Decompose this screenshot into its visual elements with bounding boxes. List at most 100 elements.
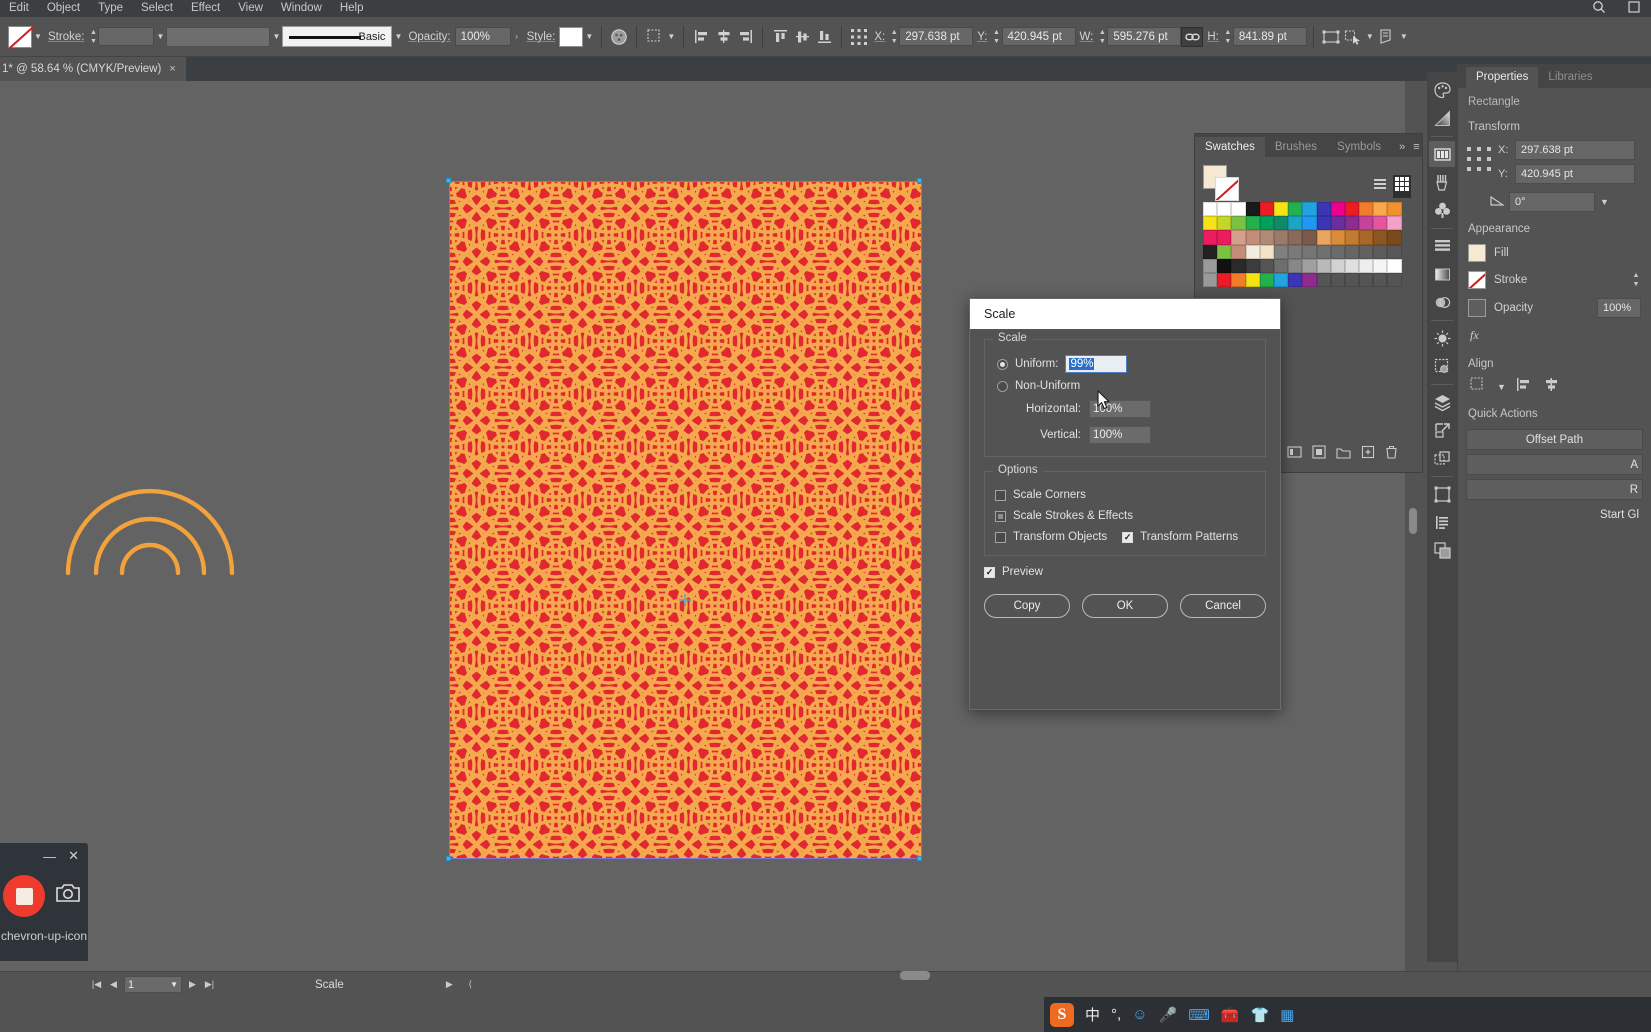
menu-item-view[interactable]: View <box>229 0 272 17</box>
color-swatch[interactable] <box>1302 216 1317 231</box>
color-swatch[interactable] <box>1288 216 1303 231</box>
selection-handle-top-left[interactable] <box>446 178 451 183</box>
color-swatch[interactable] <box>1231 244 1246 259</box>
w-stepper[interactable]: ▲ ▼ <box>1097 27 1107 47</box>
screenshot-camera-button[interactable] <box>55 883 81 909</box>
offset-path-button[interactable]: Offset Path <box>1466 429 1643 450</box>
swatch-grid-view-icon[interactable] <box>1393 175 1411 198</box>
w-input[interactable]: 595.276 pt <box>1107 27 1182 46</box>
color-swatch[interactable] <box>1344 272 1360 288</box>
color-swatch[interactable] <box>1344 216 1360 231</box>
align-middle-vertical-icon[interactable] <box>791 26 813 48</box>
ok-button[interactable]: OK <box>1082 594 1168 618</box>
color-swatch[interactable] <box>1259 258 1274 273</box>
style-chevron-down-icon[interactable]: ▼ <box>583 27 595 47</box>
scale-origin-point[interactable] <box>679 593 691 606</box>
next-artboard-icon[interactable]: ▶ <box>186 979 199 990</box>
color-swatch[interactable] <box>1203 272 1218 288</box>
y-stepper[interactable]: ▲ ▼ <box>992 27 1002 47</box>
transform-panel-icon[interactable] <box>848 26 870 48</box>
color-swatch[interactable] <box>1259 272 1274 288</box>
color-swatch[interactable] <box>1288 272 1303 288</box>
selection-handle-bottom-left[interactable] <box>446 856 451 861</box>
color-swatch[interactable] <box>1203 202 1218 217</box>
symbols-panel-icon[interactable] <box>1429 197 1455 223</box>
preview-checkbox[interactable] <box>984 566 995 578</box>
align-to-selection-icon[interactable] <box>643 26 665 48</box>
non-uniform-radio[interactable] <box>997 380 1008 392</box>
color-swatch[interactable] <box>1387 216 1402 231</box>
punctuation-icon[interactable]: °, <box>1111 1006 1121 1023</box>
color-swatch[interactable] <box>1373 244 1388 259</box>
color-swatch[interactable] <box>1387 244 1402 259</box>
transform-y-input[interactable]: 420.945 pt <box>1515 164 1635 184</box>
color-swatch[interactable] <box>1387 258 1402 273</box>
quick-action-button-2[interactable]: A <box>1466 454 1643 475</box>
transform-panel-rail-icon[interactable] <box>1429 481 1455 507</box>
stroke-profile-chevron-down-icon[interactable]: ▼ <box>270 27 282 47</box>
search-icon[interactable] <box>1581 0 1617 17</box>
align-right-icon[interactable] <box>734 26 756 48</box>
fx-button[interactable]: fx <box>1458 322 1651 349</box>
artboard-chevron-down-icon[interactable]: ▼ <box>170 980 178 989</box>
artboard-selector[interactable]: 1 ▼ <box>124 976 182 993</box>
color-swatch[interactable] <box>1217 216 1232 231</box>
color-swatch[interactable] <box>1373 216 1388 231</box>
appearance-fill-row[interactable]: Fill <box>1458 240 1651 266</box>
align-center-properties-icon[interactable] <box>1543 377 1560 397</box>
skin-icon[interactable]: 👕 <box>1251 1006 1270 1024</box>
microphone-icon[interactable]: 🎤 <box>1159 1006 1178 1024</box>
tab-libraries[interactable]: Libraries <box>1538 67 1602 88</box>
stroke-weight-chevron-down-icon[interactable]: ▼ <box>154 27 166 47</box>
color-swatch[interactable] <box>1245 216 1260 231</box>
stroke-profile-dropdown[interactable] <box>166 26 271 47</box>
color-swatch[interactable] <box>1273 230 1289 245</box>
color-swatch[interactable] <box>1344 202 1360 217</box>
transform-angle-input[interactable]: 0° <box>1509 192 1595 212</box>
color-swatch[interactable] <box>1330 216 1345 231</box>
start-global-edit-button[interactable]: Start Gl <box>1466 504 1643 525</box>
color-swatch[interactable] <box>1273 216 1289 231</box>
color-swatch[interactable] <box>1387 272 1402 288</box>
color-swatch[interactable] <box>1273 258 1289 273</box>
stop-record-button[interactable] <box>3 875 45 917</box>
sogou-logo-icon[interactable]: S <box>1050 1002 1074 1027</box>
ime-mode-label[interactable]: 中 <box>1085 1004 1100 1025</box>
color-swatch[interactable] <box>1203 244 1218 259</box>
canvas-vertical-scrollbar[interactable] <box>1409 508 1417 534</box>
swatch-row-6[interactable] <box>1203 272 1403 288</box>
color-swatch[interactable] <box>1373 230 1388 245</box>
status-expand-icon[interactable]: ▶ <box>443 979 456 990</box>
align-left-properties-icon[interactable] <box>1516 377 1533 397</box>
artboards-panel-icon[interactable] <box>1429 417 1455 443</box>
quick-action-button-3[interactable]: R <box>1466 479 1643 500</box>
new-swatch-icon[interactable] <box>1361 445 1375 464</box>
color-swatch[interactable] <box>1231 216 1246 231</box>
libraries-panel-icon[interactable] <box>1429 141 1455 167</box>
menu-item-edit[interactable]: Edit <box>0 0 38 17</box>
color-swatch[interactable] <box>1245 230 1260 245</box>
isolate-chevron-down-icon[interactable]: ▼ <box>1398 27 1410 47</box>
color-swatch[interactable] <box>1344 258 1360 273</box>
color-swatch[interactable] <box>1259 244 1274 259</box>
x-input[interactable]: 297.638 pt <box>899 27 974 46</box>
color-swatch[interactable] <box>1330 244 1345 259</box>
align-to-chevron-down-icon[interactable]: ▼ <box>1497 382 1506 392</box>
transform-each-icon[interactable] <box>1320 26 1342 48</box>
scale-strokes-checkbox[interactable] <box>995 510 1006 522</box>
color-swatch[interactable] <box>1330 202 1345 217</box>
layers-panel-icon[interactable] <box>1429 389 1455 415</box>
cancel-button[interactable]: Cancel <box>1180 594 1266 618</box>
h-input[interactable]: 841.89 pt <box>1232 27 1307 46</box>
tab-swatches[interactable]: Swatches <box>1195 137 1265 157</box>
h-stepper[interactable]: ▲ ▼ <box>1223 27 1233 47</box>
pathfinder-panel-icon[interactable] <box>1429 289 1455 315</box>
brushes-panel-icon[interactable] <box>1429 169 1455 195</box>
align-bottom-icon[interactable] <box>813 26 835 48</box>
new-color-group-icon[interactable] <box>1336 446 1351 464</box>
color-swatch[interactable] <box>1316 258 1331 273</box>
color-swatch[interactable] <box>1231 202 1246 217</box>
select-similar-chevron-down-icon[interactable]: ▼ <box>1364 27 1376 47</box>
align-to-dropdown-icon[interactable] <box>1470 377 1487 397</box>
panel-menu-icon[interactable]: ≡ <box>1413 141 1419 153</box>
